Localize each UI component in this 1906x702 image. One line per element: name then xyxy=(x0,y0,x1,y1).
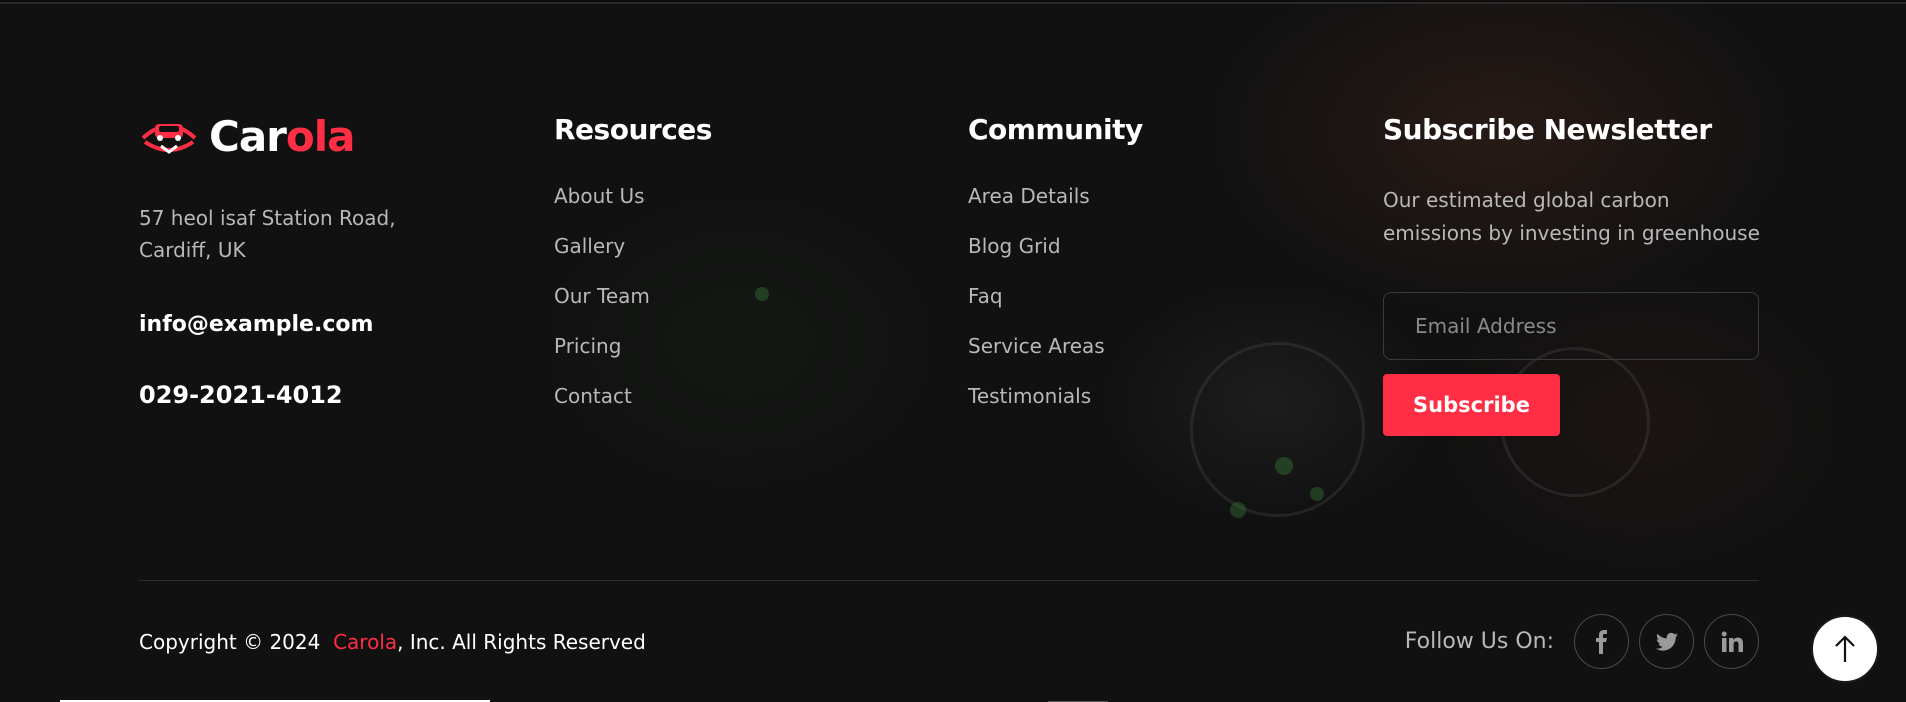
copyright-prefix: Copyright © 2024 xyxy=(139,630,321,654)
site-footer: Carola 57 heol isaf Station Road, Cardif… xyxy=(0,2,1906,702)
logo-text-part1: Car xyxy=(209,111,287,161)
copyright-brand-link[interactable]: Carola xyxy=(333,630,397,654)
background-light xyxy=(1310,487,1324,501)
resources-heading: Resources xyxy=(554,113,712,146)
resources-column: Resources About Us Gallery Our Team Pric… xyxy=(554,102,854,432)
community-link-testimonials[interactable]: Testimonials xyxy=(968,382,1268,432)
footer-divider xyxy=(139,580,1759,581)
contact-phone[interactable]: 029-2021-4012 xyxy=(139,381,459,409)
scroll-to-top-button[interactable] xyxy=(1811,615,1879,683)
resources-link-gallery[interactable]: Gallery xyxy=(554,232,854,282)
resources-links: About Us Gallery Our Team Pricing Contac… xyxy=(554,182,854,432)
linkedin-icon xyxy=(1721,631,1743,652)
newsletter-heading: Subscribe Newsletter xyxy=(1383,113,1712,146)
newsletter-email-input[interactable] xyxy=(1383,292,1759,360)
community-link-service-areas[interactable]: Service Areas xyxy=(968,332,1268,382)
logo-text-part2: ola xyxy=(285,111,356,161)
brand-column: Carola 57 heol isaf Station Road, Cardif… xyxy=(139,102,459,410)
resources-link-our-team[interactable]: Our Team xyxy=(554,282,854,332)
community-link-blog-grid[interactable]: Blog Grid xyxy=(968,232,1268,282)
newsletter-description: Our estimated global carbon emissions by… xyxy=(1383,188,1760,245)
newsletter-column: Subscribe Newsletter Our estimated globa… xyxy=(1383,102,1763,436)
community-links: Area Details Blog Grid Faq Service Areas… xyxy=(968,182,1268,432)
address: 57 heol isaf Station Road, Cardiff, UK xyxy=(139,206,396,262)
community-link-faq[interactable]: Faq xyxy=(968,282,1268,332)
logo[interactable]: Carola xyxy=(139,106,459,166)
subscribe-button[interactable]: Subscribe xyxy=(1383,374,1560,436)
resources-link-pricing[interactable]: Pricing xyxy=(554,332,854,382)
follow-us: Follow Us On: xyxy=(1405,614,1759,669)
facebook-icon xyxy=(1595,629,1607,654)
twitter-link[interactable] xyxy=(1639,614,1694,669)
linkedin-link[interactable] xyxy=(1704,614,1759,669)
copyright-suffix: , Inc. All Rights Reserved xyxy=(397,630,646,654)
background-light xyxy=(1275,457,1293,475)
community-heading: Community xyxy=(968,113,1143,146)
follow-us-label: Follow Us On: xyxy=(1404,629,1554,654)
community-column: Community Area Details Blog Grid Faq Ser… xyxy=(968,102,1268,432)
resources-link-about-us[interactable]: About Us xyxy=(554,182,854,232)
logo-text: Carola xyxy=(209,111,356,161)
twitter-icon xyxy=(1655,632,1678,651)
arrow-up-icon xyxy=(1835,635,1855,662)
contact-email[interactable]: info@example.com xyxy=(139,312,459,337)
copyright: Copyright © 2024 Carola, Inc. All Rights… xyxy=(139,630,646,654)
community-link-area-details[interactable]: Area Details xyxy=(968,182,1268,232)
background-light xyxy=(1230,502,1246,518)
facebook-link[interactable] xyxy=(1574,614,1629,669)
car-logo-icon xyxy=(141,124,197,154)
top-border xyxy=(0,2,1906,4)
resources-link-contact[interactable]: Contact xyxy=(554,382,854,432)
